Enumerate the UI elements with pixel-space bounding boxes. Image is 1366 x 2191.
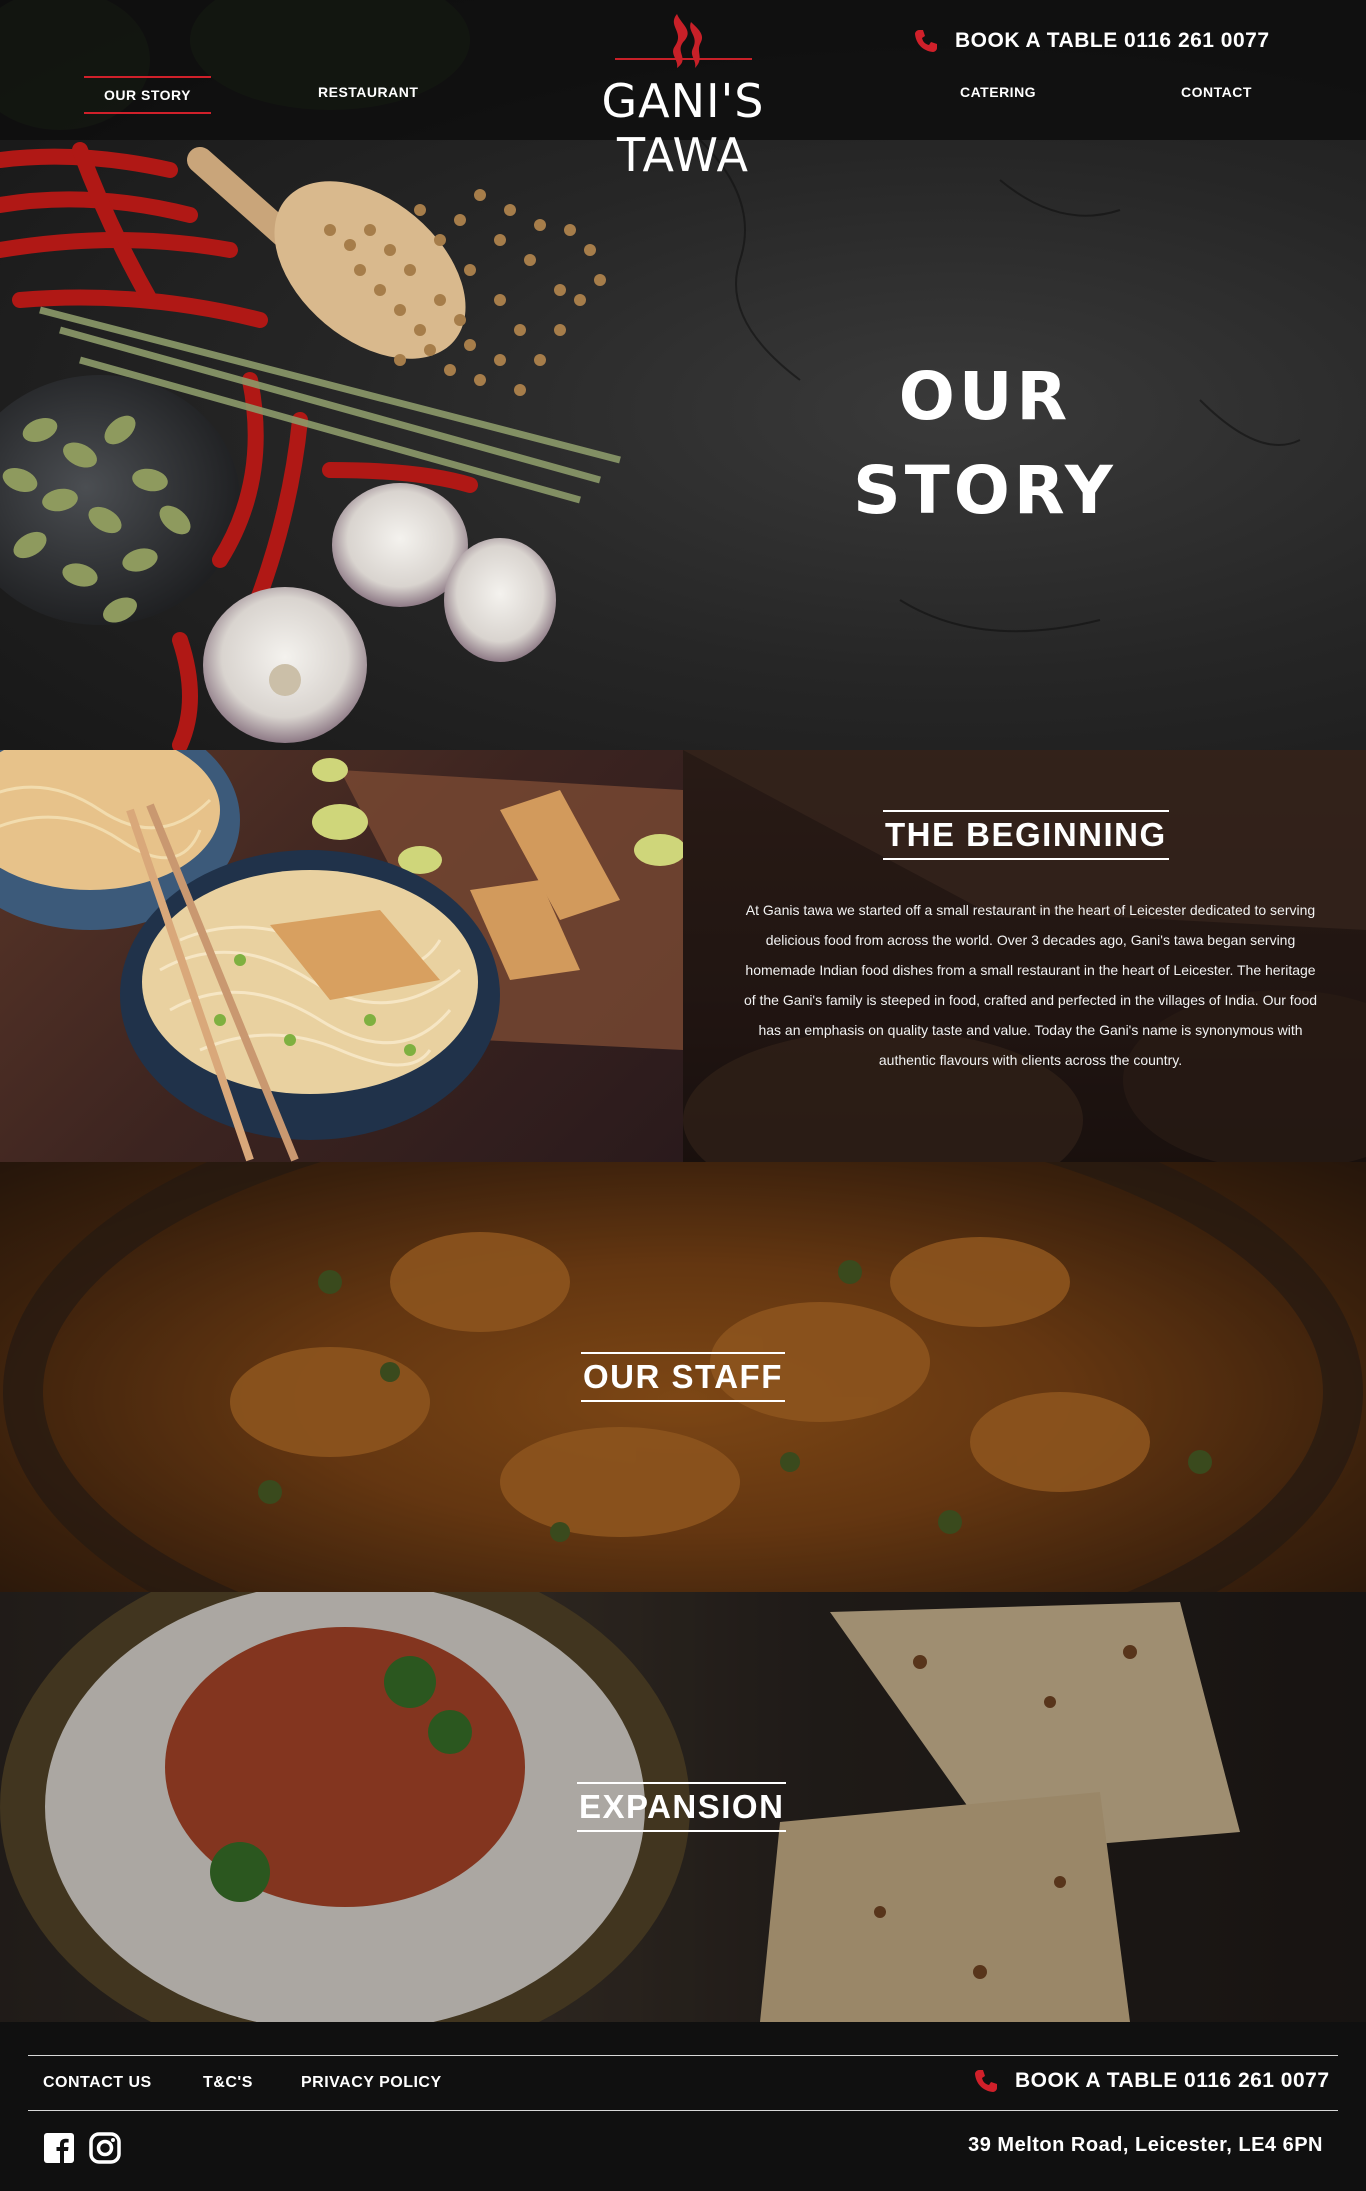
- nav-catering[interactable]: CATERING: [960, 84, 1036, 100]
- flame-icon: [673, 14, 703, 68]
- facebook-icon[interactable]: [43, 2132, 75, 2164]
- site-logo[interactable]: GANI'S TAWA: [530, 12, 836, 182]
- hero-title: OUR STORY: [840, 350, 1130, 538]
- logo-line-right: [680, 58, 752, 60]
- expansion-heading: EXPANSION: [577, 1782, 787, 1832]
- footer-contact-us-link[interactable]: CONTACT US: [43, 2074, 152, 2092]
- staff-section: OUR STAFF: [0, 1162, 1366, 1592]
- book-table-header-label: BOOK A TABLE 0116 261 0077: [955, 29, 1270, 52]
- phone-icon: [975, 2070, 997, 2092]
- staff-heading: OUR STAFF: [581, 1352, 785, 1402]
- page: OUR STORY OUR STORY RESTAURANT GANI'S TA…: [0, 0, 1366, 2191]
- site-footer: [0, 2022, 1366, 2191]
- site-header: OUR STORY RESTAURANT GANI'S TAWA BOOK A …: [0, 0, 1366, 182]
- footer-terms-link[interactable]: T&C'S: [203, 2074, 253, 2092]
- beginning-heading: THE BEGINNING: [883, 810, 1169, 860]
- book-table-footer[interactable]: BOOK A TABLE 0116 261 0077: [973, 2068, 1330, 2094]
- footer-divider-bottom: [28, 2110, 1338, 2111]
- nav-restaurant[interactable]: RESTAURANT: [318, 84, 418, 100]
- beginning-text-panel: THE BEGINNING At Ganis tawa we started o…: [683, 750, 1366, 1162]
- logo-text: GANI'S TAWA: [601, 74, 765, 182]
- nav-contact[interactable]: CONTACT: [1181, 84, 1252, 100]
- expansion-section: EXPANSION: [0, 1592, 1366, 2022]
- noodle-image: [0, 750, 683, 1162]
- hero-title-line-1: OUR: [898, 358, 1072, 435]
- footer-privacy-link[interactable]: PRIVACY POLICY: [301, 2074, 442, 2092]
- footer-divider-top: [28, 2055, 1338, 2056]
- phone-icon: [915, 30, 937, 52]
- book-table-header[interactable]: BOOK A TABLE 0116 261 0077: [913, 28, 1270, 54]
- nav-our-story[interactable]: OUR STORY: [84, 76, 211, 114]
- hero-title-line-2: STORY: [853, 452, 1117, 529]
- book-table-footer-label: BOOK A TABLE 0116 261 0077: [1015, 2069, 1330, 2092]
- beginning-section: THE BEGINNING At Ganis tawa we started o…: [0, 750, 1366, 1162]
- beginning-body-text: At Ganis tawa we started off a small res…: [743, 902, 1318, 1068]
- instagram-icon[interactable]: [89, 2132, 121, 2164]
- footer-address: 39 Melton Road, Leicester, LE4 6PN: [968, 2134, 1323, 2156]
